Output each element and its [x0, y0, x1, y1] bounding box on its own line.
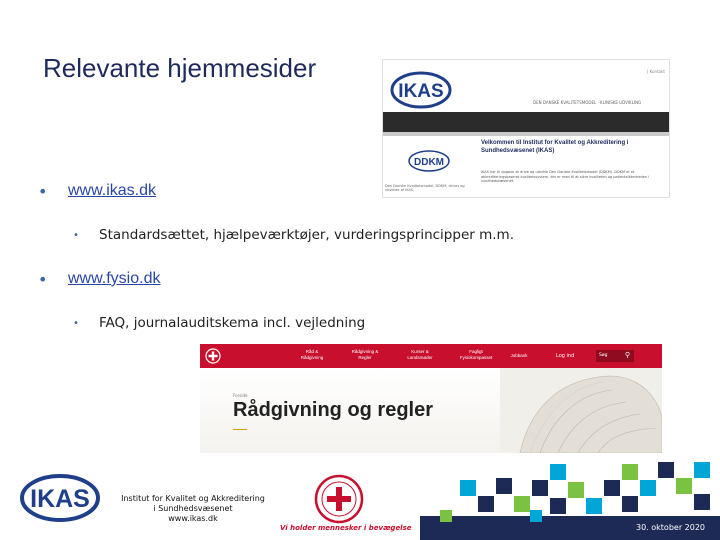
footer-org-line: i Sundhedsvæsenet	[153, 504, 233, 513]
link-ikas[interactable]: www.ikas.dk	[68, 182, 156, 200]
search-icon[interactable]: ⚲	[625, 351, 630, 359]
ddkm-caption: Den Danske Kvalitetsmodel, DDKM, drives …	[385, 184, 465, 193]
fysio-search-input[interactable]: Søg ⚲	[596, 350, 634, 362]
ikas-hero-bar	[383, 112, 669, 132]
bullet-list: • www.ikas.dk • Standardsættet, hjælpevæ…	[38, 182, 558, 358]
fysio-logo-icon	[205, 348, 221, 364]
anatomy-illustration-icon	[500, 368, 662, 453]
ikas-website-screenshot: IKAS | Kontakt DEN DANSKE KVALITETSMODEL…	[382, 59, 670, 198]
fysio-seal-icon	[314, 474, 364, 524]
sub-bullet-text: FAQ, journalauditskema incl. vejledning	[99, 315, 366, 331]
ikas-nav[interactable]: DEN DANSKE KVALITETSMODEL · KLINISKE UDV…	[533, 100, 641, 105]
bullet-dot-icon: •	[38, 182, 48, 201]
ikas-contact-link[interactable]: | Kontakt	[647, 69, 665, 74]
sub-bullet-dot-icon: •	[73, 230, 79, 241]
sub-bullet-item: • FAQ, journalauditskema incl. vejlednin…	[38, 314, 558, 338]
fysio-nav-item[interactable]: Råd & Rådgivning	[292, 349, 332, 360]
svg-text:DDKM: DDKM	[414, 157, 444, 168]
fysio-nav-item[interactable]: Rådgivning & Regler	[342, 349, 388, 360]
slide-date: 30. oktober 2020	[636, 523, 706, 532]
sub-bullet-item: • Standardsættet, hjælpeværktøjer, vurde…	[38, 226, 558, 250]
footer-org-line: Institut for Kvalitet og Akkreditering	[121, 494, 265, 503]
sub-bullet-text: Standardsættet, hjælpeværktøjer, vurderi…	[99, 227, 514, 243]
bullet-dot-icon: •	[38, 270, 48, 289]
breadcrumb[interactable]: Forside	[233, 393, 247, 398]
svg-text:IKAS: IKAS	[398, 81, 443, 102]
svg-text:IKAS: IKAS	[30, 485, 90, 513]
sub-bullet-dot-icon: •	[73, 318, 79, 329]
ikas-logo-icon: IKAS	[390, 71, 452, 109]
fysio-nav-item[interactable]: Jobbank	[504, 353, 534, 359]
fysio-login-link[interactable]: Log ind	[556, 353, 574, 359]
footer-ikas-logo-icon: IKAS	[20, 474, 100, 522]
fysio-nav-item[interactable]: Kurser & Landsmøder	[398, 349, 442, 360]
fysio-page-heading: Rådgivning og regler	[233, 399, 434, 421]
footer-org-url: www.ikas.dk	[168, 514, 218, 523]
heading-underline	[233, 429, 247, 430]
link-fysio[interactable]: www.fysio.dk	[68, 270, 160, 288]
slide-title: Relevante hjemmesider	[43, 53, 317, 83]
fysio-nav-item[interactable]: Fagligt Fysiokompasset	[450, 349, 502, 360]
bullet-item: • www.fysio.dk	[38, 270, 558, 294]
fysio-tagline: Vi holder mennesker i bevægelse	[280, 524, 412, 532]
ddkm-logo-icon: DDKM	[408, 150, 450, 172]
ikas-hero-divider	[383, 132, 669, 136]
footer-org-text: Institut for Kvalitet og Akkreditering i…	[118, 494, 268, 524]
fysio-website-screenshot: Råd & Rådgivning Rådgivning & Regler Kurse…	[200, 344, 662, 453]
ikas-welcome-paragraph: IKAS har til opgave at drive og udvikle …	[481, 170, 650, 184]
ikas-welcome-heading: Velkommen til Institut for Kvalitet og A…	[481, 140, 629, 154]
